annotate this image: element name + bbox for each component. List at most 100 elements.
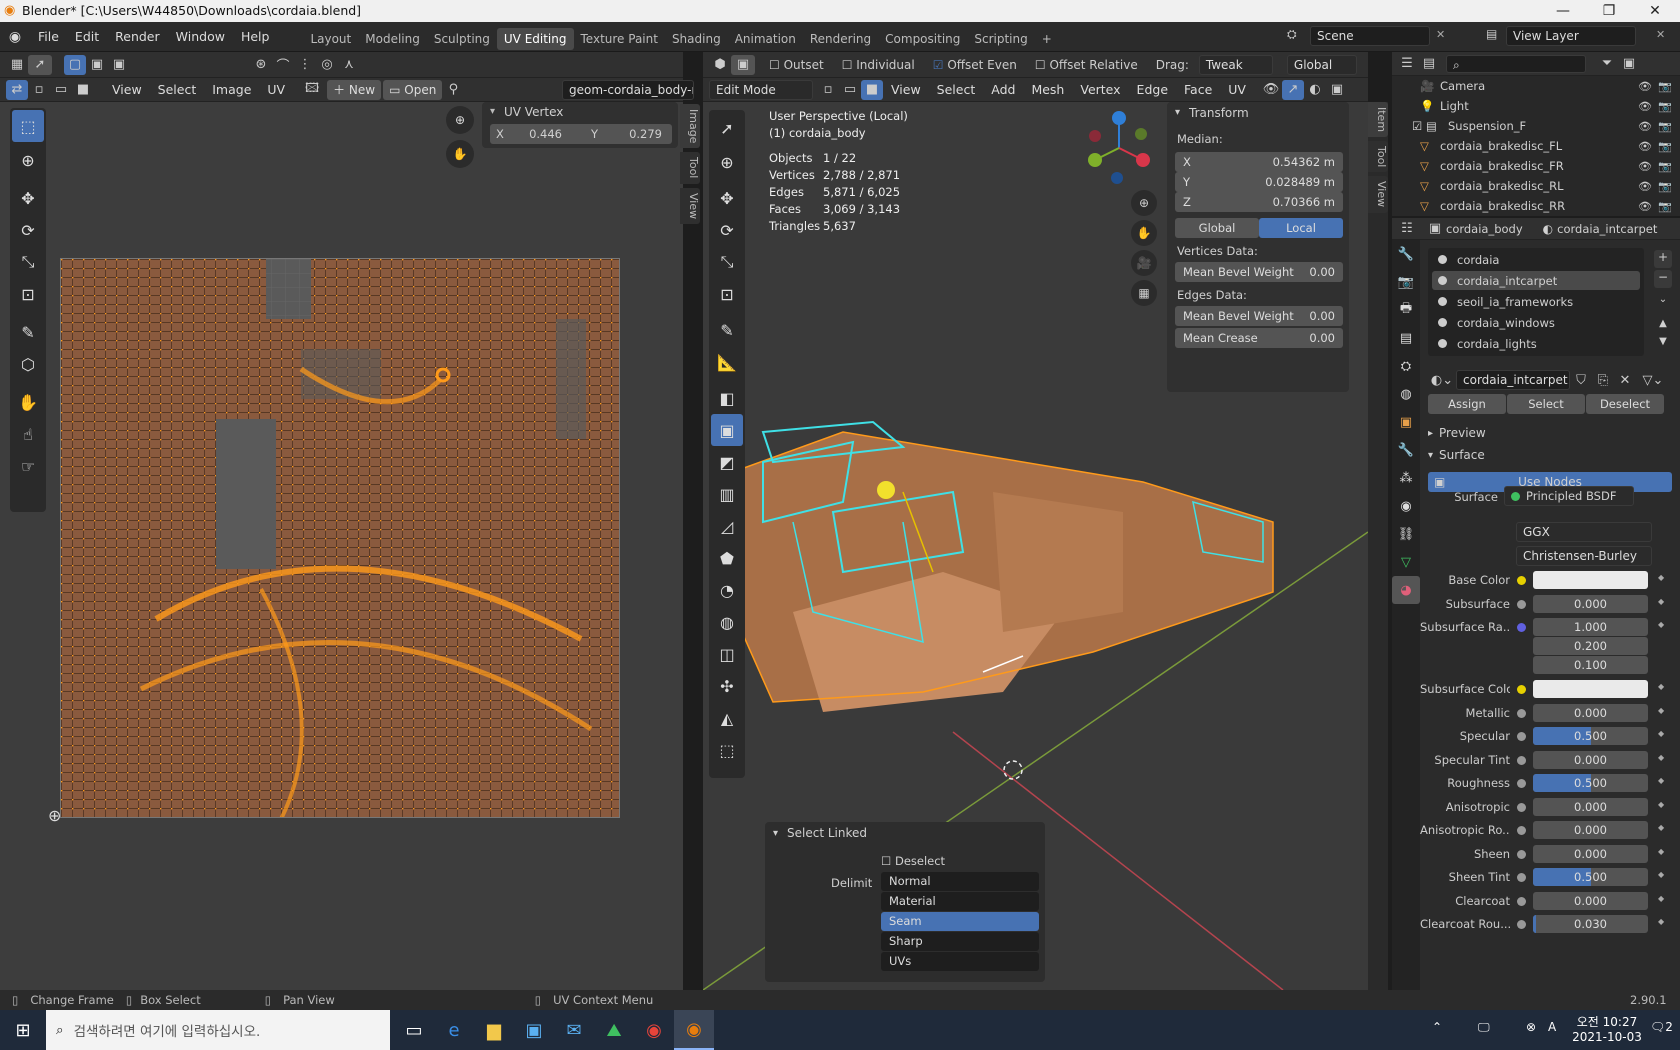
value-slider[interactable]: 0.000 <box>1533 703 1648 722</box>
render-tab-icon[interactable]: 📷 <box>1392 268 1420 296</box>
vp-measure-tool-icon[interactable]: 📐 <box>711 346 743 378</box>
vector-component-field[interactable]: 1.000 <box>1533 618 1648 636</box>
editor-type-icon[interactable]: ▦ <box>6 55 28 75</box>
value-slider[interactable]: 0.000 <box>1533 821 1648 839</box>
vp-extrude-tool-icon[interactable]: ◧ <box>711 382 743 414</box>
global-toggle[interactable]: Global <box>1175 218 1259 238</box>
pan-hand-icon[interactable]: ✋ <box>446 140 474 168</box>
material-link-icon[interactable]: ▽⌄ <box>1642 370 1664 390</box>
select-button[interactable]: Select <box>1507 394 1585 414</box>
physics-tab-icon[interactable]: ◉ <box>1392 492 1420 520</box>
uv-sync-icon[interactable]: ⇄ <box>6 79 28 100</box>
zoom-icon[interactable]: ⊕ <box>446 106 474 134</box>
new-collection-icon[interactable]: ▣ <box>1618 54 1640 74</box>
uv-menu-uv[interactable]: UV <box>259 78 293 102</box>
value-slider[interactable]: 0.500 <box>1533 727 1648 745</box>
new-image-button[interactable]: ＋ New <box>327 79 382 100</box>
socket-icon[interactable] <box>1517 849 1526 859</box>
view-layer-field[interactable]: View Layer <box>1506 26 1636 46</box>
material-slot[interactable]: cordaia <box>1432 250 1640 269</box>
offset-relative-checkbox[interactable]: ☐ Offset Relative <box>1035 58 1138 72</box>
transform-tool-icon[interactable]: ⊡ <box>12 278 44 310</box>
snap-target-icon[interactable]: ⋮ <box>294 55 316 75</box>
socket-icon[interactable] <box>1517 779 1526 788</box>
visibility-eye-icon[interactable]: 👁 <box>1638 100 1652 113</box>
value-slider[interactable]: 0.000 <box>1533 594 1648 613</box>
slot-specials-icon[interactable]: ⌄ <box>1654 294 1672 312</box>
socket-icon[interactable] <box>1517 896 1526 906</box>
image-browse-icon[interactable]: 🖾 <box>301 80 323 100</box>
material-slot[interactable]: seoil_ia_frameworks <box>1432 292 1640 311</box>
material-browse-icon[interactable]: ◐⌄ <box>1428 370 1456 390</box>
select-linked-collapse-icon[interactable]: ▾ <box>773 828 778 839</box>
value-slider[interactable]: 0.000 <box>1533 797 1648 816</box>
vp-menu-view[interactable]: View <box>883 78 929 102</box>
tab-layout[interactable]: Layout <box>303 28 358 50</box>
outliner-editor-icon[interactable]: ☰ <box>1396 54 1418 74</box>
visibility-icon[interactable]: 👁 <box>1260 80 1282 100</box>
deselect-button[interactable]: Deselect <box>1586 394 1664 414</box>
vp-tweak-tool-icon[interactable]: ➚ <box>711 112 743 144</box>
open-image-button[interactable]: ▭ Open <box>383 79 443 100</box>
material-slot[interactable]: cordaia_windows <box>1432 313 1640 332</box>
vector-component-field[interactable]: 0.100 <box>1533 656 1648 674</box>
socket-icon[interactable] <box>1517 755 1526 765</box>
vp-shear-tool-icon[interactable]: ◭ <box>711 702 743 734</box>
median-y-field[interactable]: Y 0.028489 m <box>1175 172 1343 192</box>
editor-type-3d-icon[interactable]: ⬢ <box>709 55 731 75</box>
outset-checkbox[interactable]: ☐ Outset <box>769 58 824 72</box>
inset-tool-icon[interactable]: ▣ <box>731 54 755 75</box>
keyframe-icon[interactable]: ◆ <box>1658 823 1664 832</box>
select-mode-extend-icon[interactable]: ▣ <box>86 55 108 75</box>
slot-move-up-icon[interactable]: ▲ <box>1654 318 1672 334</box>
tab-tool[interactable]: Tool <box>680 152 700 184</box>
value-slider[interactable]: 0.000 <box>1533 891 1648 910</box>
falloff-icon[interactable]: ⋏ <box>338 55 360 75</box>
uv-face-mode-icon[interactable]: ■ <box>72 80 94 100</box>
individual-checkbox[interactable]: ☐ Individual <box>842 58 915 72</box>
vp-annotate-tool-icon[interactable]: ✎ <box>711 314 743 346</box>
vp-menu-face[interactable]: Face <box>1176 78 1220 102</box>
outliner-row[interactable]: ☑ ▤ Suspension_F 👁 📷 <box>1392 116 1680 136</box>
unlink-material-icon[interactable]: ✕ <box>1614 370 1636 390</box>
tray-up-icon[interactable]: ⌃ <box>1432 1020 1442 1034</box>
uv-x-value[interactable]: 0.446 <box>510 127 562 141</box>
vp-menu-uv[interactable]: UV <box>1220 78 1254 102</box>
maximize-button[interactable]: ❐ <box>1586 0 1632 22</box>
mode-dropdown[interactable]: Edit Mode <box>709 79 813 100</box>
surface-shader-field[interactable]: Principled BSDF <box>1504 486 1634 506</box>
object-tab-icon[interactable]: ▣ <box>1392 408 1420 436</box>
vp-bevel-tool-icon[interactable]: ◩ <box>711 446 743 478</box>
keyframe-icon[interactable]: ◆ <box>1658 917 1664 926</box>
visibility-eye-icon[interactable]: 👁 <box>1638 80 1652 93</box>
local-toggle[interactable]: Local <box>1259 218 1343 238</box>
pivot-icon[interactable]: ⊛ <box>250 55 272 75</box>
keyframe-icon[interactable]: ◆ <box>1658 776 1664 785</box>
clock[interactable]: 오전 10:27 2021-10-03 <box>1572 1013 1642 1044</box>
tab-vp-view[interactable]: View <box>1368 176 1388 213</box>
cursor-tool-icon[interactable]: ⊕ <box>12 144 44 176</box>
delimit-material[interactable]: Material <box>881 892 1039 911</box>
visibility-eye-icon[interactable]: 👁 <box>1638 120 1652 133</box>
vertex-bevel-weight-field[interactable]: Mean Bevel Weight 0.00 <box>1175 262 1343 282</box>
visibility-eye-icon[interactable]: 👁 <box>1638 200 1652 213</box>
socket-icon[interactable] <box>1517 873 1526 882</box>
scale-tool-icon[interactable]: ⤡ <box>12 246 44 278</box>
select-mode-new-icon[interactable]: ▢ <box>64 54 86 75</box>
menu-edit[interactable]: Edit <box>67 22 107 52</box>
outliner-row[interactable]: ▽ cordaia_brakedisc_RR 👁 📷 <box>1392 196 1680 216</box>
outliner-row[interactable]: ▽ cordaia_brakedisc_FR 👁 📷 <box>1392 156 1680 176</box>
world-tab-icon[interactable]: ◍ <box>1392 380 1420 408</box>
menu-file[interactable]: File <box>30 22 67 52</box>
socket-icon[interactable] <box>1517 826 1526 835</box>
vp-knife-tool-icon[interactable]: ◿ <box>711 510 743 542</box>
image-name-field[interactable]: geom-cordaia_body-m... <box>562 80 694 100</box>
socket-icon[interactable] <box>1517 599 1526 609</box>
menu-render[interactable]: Render <box>107 22 168 52</box>
add-slot-icon[interactable]: + <box>1654 250 1672 268</box>
orientation-dropdown[interactable]: Global <box>1286 54 1357 75</box>
uv-menu-image[interactable]: Image <box>204 78 259 102</box>
tab-view[interactable]: View <box>680 187 700 224</box>
constraints-tab-icon[interactable]: ⛓ <box>1392 520 1420 548</box>
delimit-sharp[interactable]: Sharp <box>881 932 1039 951</box>
